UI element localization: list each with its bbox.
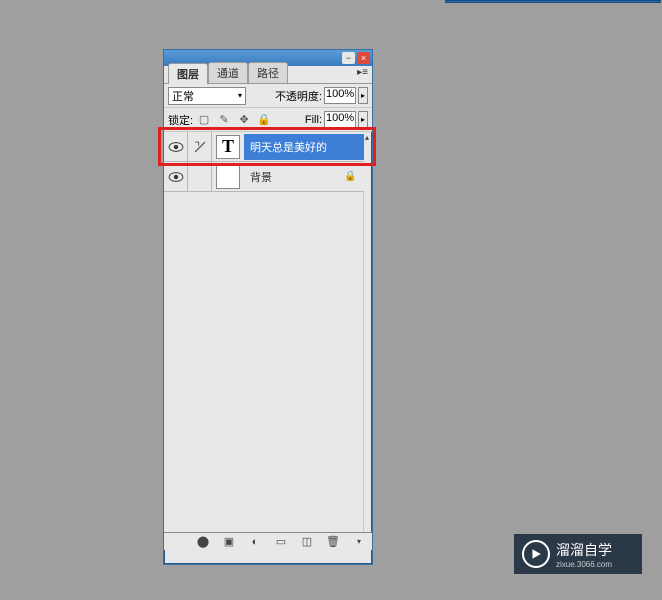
tab-paths[interactable]: 路径 [248,62,288,83]
adjustment-icon[interactable]: ◐ [248,535,262,549]
blend-mode-value: 正常 [172,88,194,104]
panel-menu-icon[interactable]: ▸≡ [357,67,368,78]
fill-input[interactable]: 100% [324,111,356,128]
lock-label: 锁定: [168,112,193,128]
link-column[interactable] [188,132,212,161]
opacity-label: 不透明度: [275,88,322,104]
lock-all-icon[interactable]: 🔒 [257,113,271,127]
watermark-url: zixue.3066.com [556,560,612,569]
layer-row-background[interactable]: 背景 🔒 [164,162,364,192]
tab-layers[interactable]: 图层 [168,63,208,84]
lock-transparent-icon[interactable]: ▢ [197,113,211,127]
layer-row-text[interactable]: T 明天总是美好的 [164,132,364,162]
lock-fill-row: 锁定: ▢ ✎ ✥ 🔒 Fill: 100% ▸ [164,108,372,132]
watermark-text: 溜溜自学 [556,540,612,560]
fill-label: Fill: [305,114,322,126]
close-button[interactable]: × [357,52,370,64]
layers-empty-area [164,192,364,532]
tab-channels[interactable]: 通道 [208,62,248,83]
lock-position-icon[interactable]: ✥ [237,113,251,127]
text-layer-thumbnail: T [216,135,240,159]
layers-list: ▴ T 明天总是美好的 背景 🔒 [164,132,372,532]
visibility-toggle[interactable] [164,132,188,161]
lock-icon: 🔒 [344,171,358,182]
blend-mode-select[interactable]: 正常 ▾ [168,87,246,105]
mask-icon[interactable]: ▣ [222,535,236,549]
layer-name-text[interactable]: 明天总是美好的 [244,134,364,160]
trash-icon[interactable]: 🗑 [326,535,340,549]
new-layer-icon[interactable]: ◫ [300,535,314,549]
footer-menu-icon[interactable]: ▾ [352,535,366,549]
partial-border [445,0,661,3]
lock-icons-group: ▢ ✎ ✥ 🔒 [197,113,271,127]
watermark: 溜溜自学 zixue.3066.com [514,534,642,574]
link-column[interactable] [188,162,212,191]
panel-footer: ⬤ ▣ ◐ ▭ ◫ 🗑 ▾ [164,532,372,550]
lock-pixels-icon[interactable]: ✎ [217,113,231,127]
play-icon [522,540,550,568]
layer-name-bg[interactable]: 背景 [244,164,344,190]
opacity-input[interactable]: 100% [324,87,356,104]
minimize-button[interactable]: − [342,52,355,64]
scroll-up-arrow[interactable]: ▴ [363,132,371,142]
visibility-toggle[interactable] [164,162,188,191]
bg-layer-thumbnail [216,165,240,189]
folder-icon[interactable]: ▭ [274,535,288,549]
fill-slider-toggle[interactable]: ▸ [358,111,368,128]
blend-opacity-row: 正常 ▾ 不透明度: 100% ▸ [164,84,372,108]
dropdown-arrow-icon: ▾ [238,91,242,100]
opacity-slider-toggle[interactable]: ▸ [358,87,368,104]
panel-tabs: 图层 通道 路径 ▸≡ [164,66,372,84]
fx-icon[interactable]: ⬤ [196,535,210,549]
layers-panel: − × 图层 通道 路径 ▸≡ 正常 ▾ 不透明度: 100% ▸ 锁定: ▢ … [163,49,373,565]
